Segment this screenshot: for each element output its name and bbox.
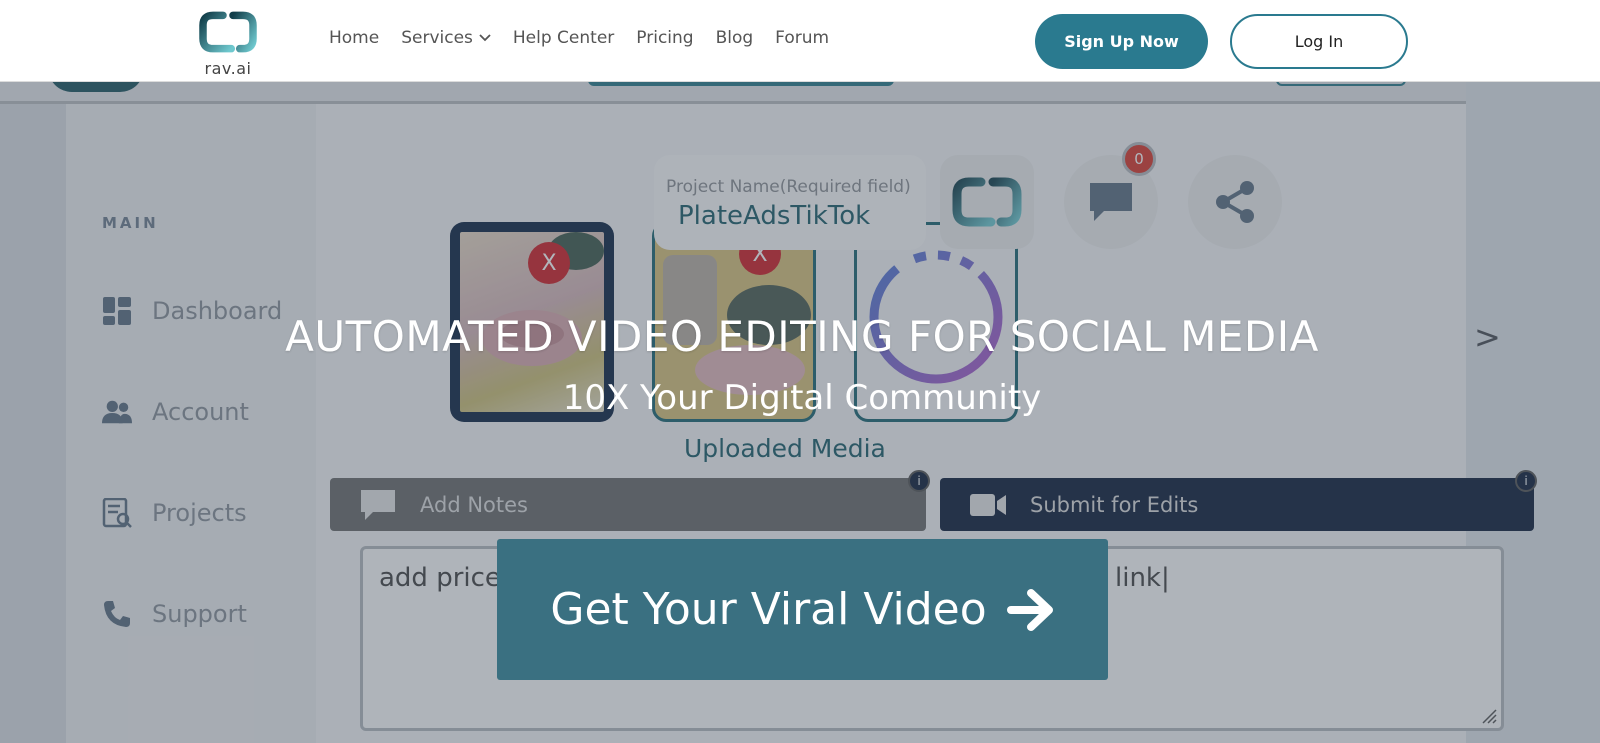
hero-title: AUTOMATED VIDEO EDITING FOR SOCIAL MEDIA xyxy=(285,312,1319,361)
cta-label: Get Your Viral Video xyxy=(550,584,987,635)
brand-name: rav.ai xyxy=(204,59,252,78)
nav-home[interactable]: Home xyxy=(329,28,379,48)
nav-forum[interactable]: Forum xyxy=(775,28,829,48)
get-viral-video-button[interactable]: Get Your Viral Video xyxy=(497,539,1108,680)
nav-blog[interactable]: Blog xyxy=(716,28,754,48)
nav-services-label: Services xyxy=(401,28,473,48)
nav-services[interactable]: Services xyxy=(401,28,491,48)
site-header: rav.ai Home Services Help Center Pricing… xyxy=(0,0,1600,82)
nav-help-center[interactable]: Help Center xyxy=(513,28,614,48)
ravai-logo-icon xyxy=(199,11,257,53)
nav-pricing[interactable]: Pricing xyxy=(636,28,693,48)
brand-logo[interactable]: rav.ai xyxy=(196,10,260,78)
chevron-down-icon xyxy=(479,34,491,42)
arrow-right-icon xyxy=(1006,588,1053,631)
signup-button[interactable]: Sign Up Now xyxy=(1035,14,1208,69)
main-nav: Home Services Help Center Pricing Blog F… xyxy=(329,28,829,48)
hero-subtitle: 10X Your Digital Community xyxy=(562,378,1042,418)
login-button[interactable]: Log In xyxy=(1230,14,1408,69)
